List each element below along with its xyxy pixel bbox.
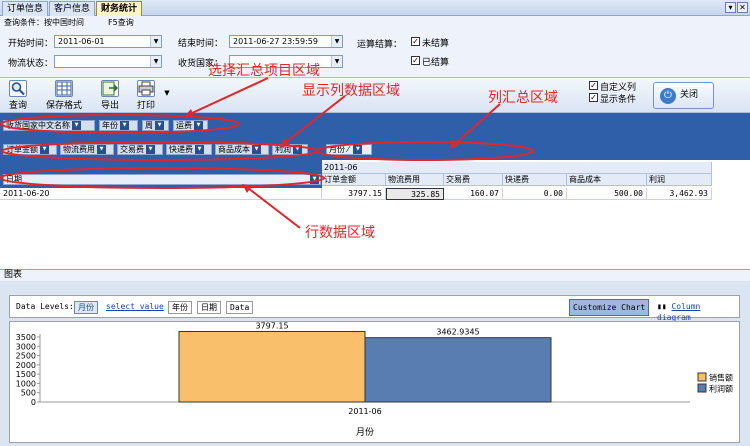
- row-arrow: [247, 187, 301, 229]
- x-tick-label: 2011-06: [348, 407, 381, 416]
- column-diagram-link[interactable]: ▮▮ Column diagram: [654, 301, 739, 322]
- legend-swatch: [697, 383, 707, 393]
- data-area-ellipse: [1, 141, 319, 161]
- annotation-summary-area: 选择汇总项目区域: [208, 63, 320, 79]
- y-tick-label: 1000: [16, 379, 36, 388]
- annotation-data-area: 显示列数据区域: [302, 83, 400, 99]
- y-tick-label: 1500: [16, 370, 36, 379]
- y-tick-label: 0: [31, 398, 36, 407]
- select-value-link[interactable]: select value: [103, 301, 167, 314]
- bar-chart: 3500300025002000150010005000 3797.15 3462.…: [16, 321, 733, 438]
- chart-panel: Data Levels: 月份 select value 年份 日期 Data …: [0, 281, 750, 446]
- bar-profit: [364, 337, 552, 403]
- level-month-button[interactable]: 月份: [74, 301, 98, 314]
- data-arrow: [284, 95, 346, 144]
- legend-swatch: [697, 372, 707, 382]
- summary-arrow: [189, 77, 269, 115]
- chart-plot: 3500 3000 2500 2000 1500 1000 500 0 3797.15 3462.…: [9, 321, 740, 443]
- bar-chart-icon: ▮▮: [657, 302, 667, 311]
- row-arrowhead: [242, 184, 252, 193]
- data-levels-bar: Data Levels: 月份 select value 年份 日期 Data …: [9, 295, 740, 322]
- y-tick-label: 3000: [16, 342, 36, 351]
- y-tick-label: 500: [21, 389, 36, 398]
- annotation-row-area: 行数据区域: [305, 225, 375, 241]
- customize-chart-button[interactable]: Customize Chart: [569, 299, 650, 316]
- level-day-button[interactable]: 日期: [197, 301, 221, 314]
- chart-panel-title: 图表: [0, 269, 750, 281]
- level-data-button[interactable]: Data: [226, 301, 254, 314]
- column-arrow: [454, 103, 501, 145]
- data-levels-label: Data Levels:: [14, 301, 77, 314]
- x-axis-title: 月份: [356, 426, 374, 438]
- legend-label: 销售额: [709, 373, 733, 383]
- column-area-ellipse: [316, 141, 534, 161]
- y-tick-label: 2500: [16, 352, 36, 361]
- row-area-ellipse: [0, 167, 325, 189]
- level-year-button[interactable]: 年份: [168, 301, 192, 314]
- bar-sales: [178, 330, 366, 403]
- bar-value-label: 3797.15: [255, 322, 288, 330]
- y-tick-label: 3500: [16, 333, 36, 342]
- y-tick-label: 2000: [16, 361, 36, 370]
- legend-label: 利润额: [709, 384, 733, 394]
- annotation-column-area: 列汇总区域: [488, 90, 558, 106]
- bar-value-label: 3462.9345: [436, 328, 479, 337]
- summary-area-ellipse: [0, 114, 240, 134]
